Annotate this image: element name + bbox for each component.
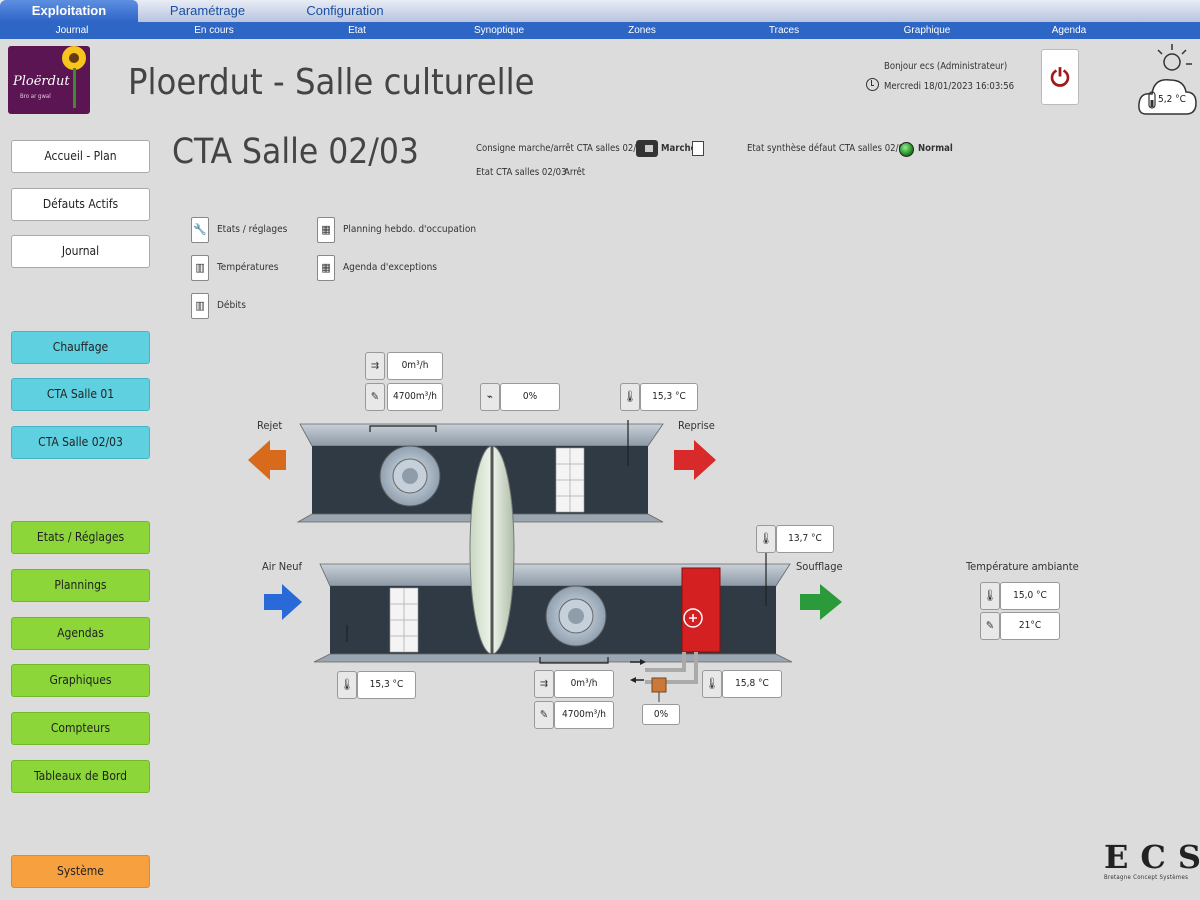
nav-systeme[interactable]: Système (11, 855, 150, 888)
label-reprise: Reprise (678, 419, 715, 432)
edit-icon[interactable]: ✎ (980, 612, 1000, 640)
nav-agendas[interactable]: Agendas (11, 617, 150, 650)
nav-accueil-plan[interactable]: Accueil - Plan (11, 140, 150, 173)
current-datetime: Mercredi 18/01/2023 16:03:56 (884, 81, 1015, 92)
ambient-label: Température ambiante (966, 560, 1079, 573)
tab-exploitation[interactable]: Exploitation (0, 0, 138, 22)
supply-fan-flow: 0m³/h (554, 670, 614, 698)
recovery-percent: 0% (500, 383, 560, 411)
etat-value: Arrêt (564, 167, 586, 178)
subnav-zones[interactable]: Zones (628, 22, 656, 39)
cta-synoptic: Rejet Reprise Air Neuf Soufflage ⇉ 0m³/h… (240, 340, 860, 740)
thermometer-chart-icon[interactable]: ▥ (191, 255, 209, 281)
flow-icon: ⇉ (534, 670, 554, 698)
link-temperatures[interactable]: Températures (217, 262, 278, 273)
synthese-label: Etat synthèse défaut CTA salles 02/03 (747, 143, 910, 154)
subnav-traces[interactable]: Traces (769, 22, 799, 39)
nav-plannings[interactable]: Plannings (11, 569, 150, 602)
top-tabbar: Exploitation Paramétrage Configuration (0, 0, 1200, 22)
subnav-agenda[interactable]: Agenda (1052, 22, 1086, 39)
weather-widget: 5,2 °C (1136, 40, 1198, 118)
nav-tableaux-de-bord[interactable]: Tableaux de Bord (11, 760, 150, 793)
tab-parametrage[interactable]: Paramétrage (150, 0, 265, 22)
edit-config-icon[interactable] (692, 141, 704, 156)
signal-icon: ⌁ (480, 383, 500, 411)
extract-fan-flow: 0m³/h (387, 352, 443, 380)
calendar-icon[interactable]: ▦ (317, 255, 335, 281)
flow-icon: ⇉ (365, 352, 385, 380)
supply-fan-setpoint[interactable]: 4700m³/h (554, 701, 614, 729)
synthese-value: Normal (918, 143, 953, 154)
outside-temperature: 5,2 °C (1158, 94, 1186, 105)
status-led-icon (899, 142, 914, 157)
heater-outlet-temperature: 15,8 °C (722, 670, 782, 698)
sub-navigation: Journal En cours Etat Synoptique Zones T… (0, 22, 1200, 39)
link-planning-hebdo[interactable]: Planning hebdo. d'occupation (343, 224, 476, 235)
thermometer-icon: 🌡 (702, 670, 722, 698)
valve-percent: 0% (642, 704, 680, 725)
site-logo: Ploërdut Bro ar gwal (8, 46, 90, 114)
nav-compteurs[interactable]: Compteurs (11, 712, 150, 745)
thermometer-icon: 🌡 (337, 671, 357, 699)
link-debits[interactable]: Débits (217, 300, 246, 311)
sunflower-icon (62, 46, 86, 70)
power-icon: ⏻ (1050, 64, 1070, 92)
ambient-temperature: 15,0 °C (1000, 582, 1060, 610)
thermometer-icon: 🌡 (980, 582, 1000, 610)
logo-text: Ploërdut (13, 74, 70, 89)
switch-icon[interactable] (636, 140, 658, 157)
site-title: Ploerdut - Salle culturelle (128, 62, 535, 103)
label-rejet: Rejet (257, 419, 283, 432)
cloud-sun-icon (1138, 44, 1197, 115)
consigne-label: Consigne marche/arrêt CTA salles 02/03 (476, 143, 648, 154)
soufflage-temperature: 13,7 °C (776, 525, 834, 553)
flow-chart-icon[interactable]: ▥ (191, 293, 209, 319)
user-greeting: Bonjour ecs (Administrateur) (884, 61, 1008, 72)
tab-configuration[interactable]: Configuration (285, 0, 405, 22)
etat-label: Etat CTA salles 02/03 (476, 167, 567, 178)
label-soufflage: Soufflage (796, 560, 843, 573)
thermometer-icon: 🌡 (756, 525, 776, 553)
brand-tagline: Bretagne Concept Systèmes (1104, 874, 1189, 881)
wrench-icon[interactable]: 🔧 (191, 217, 209, 243)
thermometer-icon: 🌡 (620, 383, 640, 411)
logo-subtext: Bro ar gwal (20, 93, 51, 100)
link-agenda-exceptions[interactable]: Agenda d'exceptions (343, 262, 437, 273)
link-etats-reglages[interactable]: Etats / réglages (217, 224, 287, 235)
page-title: CTA Salle 02/03 (172, 132, 419, 172)
subnav-graphique[interactable]: Graphique (904, 22, 951, 39)
ecs-brand-logo: ECS Bretagne Concept Systèmes (1104, 838, 1200, 894)
subnav-etat[interactable]: Etat (348, 22, 366, 39)
planning-icon[interactable]: ▦ (317, 217, 335, 243)
nav-cta-salle-0203[interactable]: CTA Salle 02/03 (11, 426, 150, 459)
nav-graphiques[interactable]: Graphiques (11, 664, 150, 697)
reprise-temperature: 15,3 °C (640, 383, 698, 411)
edit-icon[interactable]: ✎ (365, 383, 385, 411)
subnav-journal[interactable]: Journal (56, 22, 89, 39)
subnav-synoptique[interactable]: Synoptique (474, 22, 524, 39)
brand-letters: ECS (1104, 838, 1200, 876)
nav-etats-reglages[interactable]: Etats / Réglages (11, 521, 150, 554)
clock-icon (866, 78, 879, 91)
nav-chauffage[interactable]: Chauffage (11, 331, 150, 364)
nav-defauts-actifs[interactable]: Défauts Actifs (11, 188, 150, 221)
nav-journal[interactable]: Journal (11, 235, 150, 268)
ambient-setpoint[interactable]: 21°C (1000, 612, 1060, 640)
extract-fan-setpoint[interactable]: 4700m³/h (387, 383, 443, 411)
power-button[interactable]: ⏻ (1041, 49, 1079, 105)
subnav-en-cours[interactable]: En cours (194, 22, 233, 39)
label-air-neuf: Air Neuf (262, 560, 302, 573)
nav-cta-salle-01[interactable]: CTA Salle 01 (11, 378, 150, 411)
edit-icon[interactable]: ✎ (534, 701, 554, 729)
air-neuf-temperature: 15,3 °C (357, 671, 416, 699)
